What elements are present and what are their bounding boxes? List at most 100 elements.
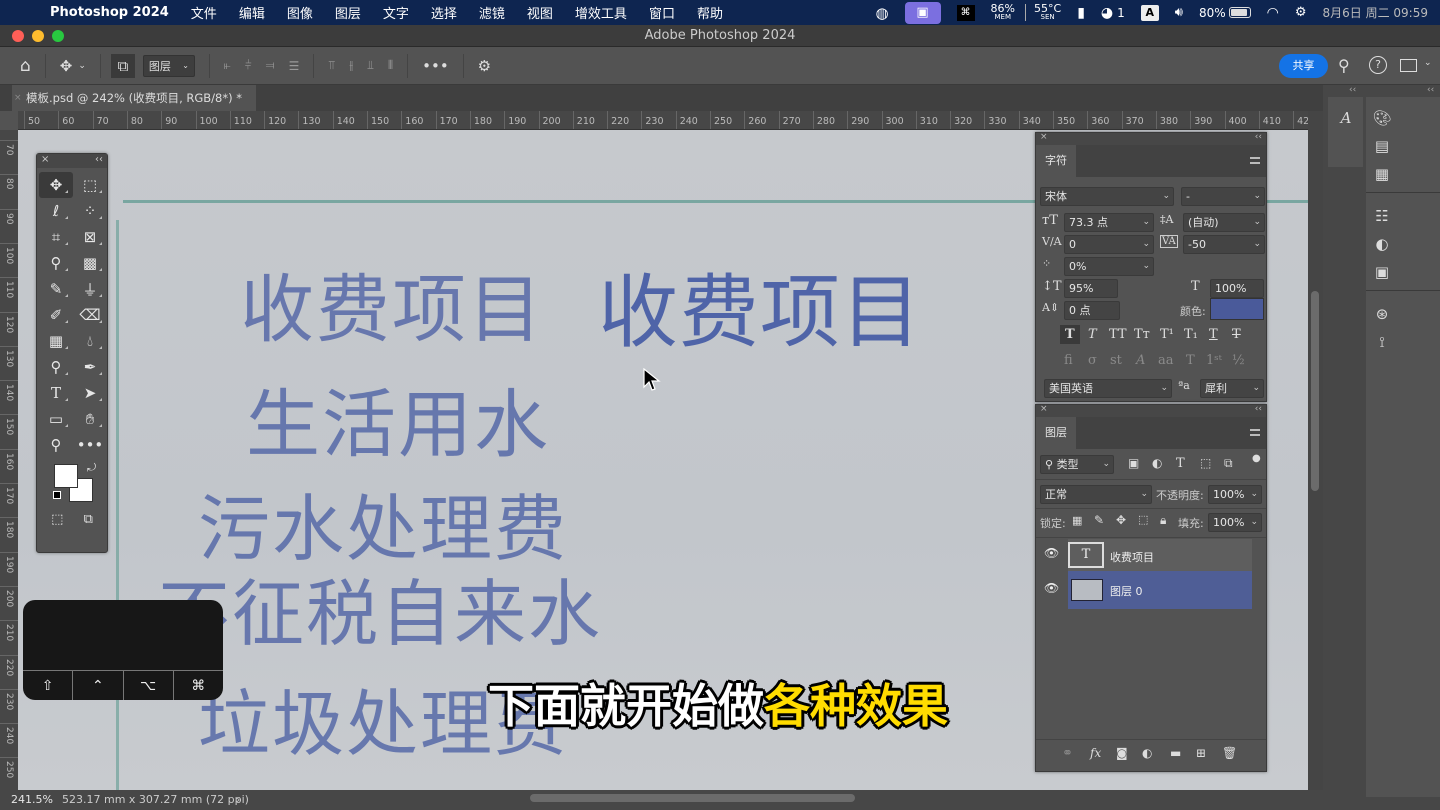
- text-layer-content[interactable]: 收费项目: [598, 248, 922, 364]
- lock-all-icon[interactable]: 🔒︎: [1160, 513, 1166, 528]
- all-caps-icon[interactable]: TT: [1109, 327, 1127, 342]
- wifi-icon[interactable]: ◠: [1267, 5, 1279, 21]
- share-button[interactable]: 共享: [1279, 54, 1328, 78]
- spot-healing-tool-icon[interactable]: ▩: [73, 250, 107, 276]
- channels-panel-icon[interactable]: ⊛: [1370, 305, 1394, 323]
- faux-bold-icon[interactable]: T: [1060, 325, 1080, 344]
- zoom-level[interactable]: 241.5%: [11, 791, 53, 809]
- layer-row[interactable]: T 收费项目: [1068, 539, 1252, 575]
- quick-mask-icon[interactable]: ⬚: [51, 512, 63, 527]
- antialias-dropdown[interactable]: 犀利 ⌄: [1200, 379, 1264, 398]
- gear-icon[interactable]: ⚙: [478, 57, 491, 75]
- rectangle-tool-icon[interactable]: ▭: [39, 406, 73, 432]
- history-brush-tool-icon[interactable]: ✐: [39, 302, 73, 328]
- path-selection-tool-icon[interactable]: ➤: [73, 380, 107, 406]
- new-layer-icon[interactable]: ⊞: [1196, 746, 1206, 760]
- horizontal-ruler[interactable]: 50 60 70 80 90 100 110 120 130 140 150 160 170 180 190…: [18, 111, 1308, 130]
- blur-tool-icon[interactable]: 💧︎: [73, 328, 107, 354]
- align-left-icon[interactable]: ⫦: [224, 58, 231, 73]
- align-horizontal-center-icon[interactable]: ⫩: [245, 58, 252, 73]
- move-tool-icon[interactable]: ✥: [60, 57, 73, 75]
- crop-tool-icon[interactable]: ⌗: [39, 224, 73, 250]
- collapse-dock-icon[interactable]: ‹‹: [1427, 85, 1434, 95]
- eraser-tool-icon[interactable]: ⌫: [73, 302, 107, 328]
- ordinals-icon[interactable]: 1ˢᵗ: [1206, 353, 1222, 368]
- bookmark-app-icon[interactable]: ▮: [1077, 5, 1085, 21]
- chevron-down-icon[interactable]: ⌄: [78, 61, 86, 71]
- search-icon[interactable]: ⚲: [1338, 56, 1350, 75]
- superscript-icon[interactable]: T¹: [1160, 327, 1174, 342]
- collapse-panel-icon[interactable]: ‹‹: [1255, 132, 1262, 142]
- apple-icon[interactable]: [20, 5, 38, 21]
- align-vertical-center-icon[interactable]: ⫲: [349, 58, 353, 73]
- swap-colors-icon[interactable]: ⤾: [87, 461, 96, 475]
- filter-smart-object-icon[interactable]: ⧉: [1224, 456, 1233, 471]
- pen-tool-icon[interactable]: ✒: [73, 354, 107, 380]
- collapse-panel-icon[interactable]: ‹‹: [95, 154, 103, 165]
- leading-field[interactable]: (自动) ⌄: [1183, 213, 1265, 232]
- menu-window[interactable]: 窗口: [649, 3, 675, 22]
- layer-style-fx-icon[interactable]: fx: [1090, 746, 1101, 760]
- lock-artboard-icon[interactable]: ⬚: [1138, 513, 1148, 526]
- menu-help[interactable]: 帮助: [697, 3, 723, 22]
- close-tab-icon[interactable]: ×: [14, 85, 22, 111]
- dodge-tool-icon[interactable]: ⚲: [39, 354, 73, 380]
- new-group-icon[interactable]: ▬: [1170, 746, 1181, 760]
- language-dropdown[interactable]: 美国英语 ⌄: [1044, 379, 1172, 398]
- align-bottom-icon[interactable]: ⫫: [367, 58, 374, 73]
- vertical-scrollbar[interactable]: [1308, 111, 1323, 790]
- new-adjustment-layer-icon[interactable]: ◐: [1142, 746, 1152, 760]
- link-layers-icon[interactable]: ⚭: [1062, 746, 1073, 761]
- lasso-tool-icon[interactable]: ℓ: [39, 198, 73, 224]
- close-panel-icon[interactable]: ×: [1040, 132, 1048, 142]
- underline-icon[interactable]: T: [1209, 327, 1218, 342]
- font-size-field[interactable]: 73.3 点 ⌄: [1064, 213, 1154, 232]
- close-panel-icon[interactable]: ×: [41, 154, 49, 165]
- more-options-icon[interactable]: •••: [422, 57, 449, 75]
- document-tab[interactable]: × 模板.psd @ 242% (收费项目, RGB/8*) *: [12, 85, 256, 111]
- add-mask-icon[interactable]: ◙: [1116, 746, 1128, 760]
- fractions-icon[interactable]: ½: [1232, 353, 1245, 368]
- clock[interactable]: 8月6日 周二 09:59: [1323, 4, 1428, 21]
- sensor-stat[interactable]: 55°C SEN: [1025, 3, 1061, 21]
- horizontal-scale-field[interactable]: 100%: [1210, 279, 1264, 298]
- minimize-window-button[interactable]: [32, 30, 44, 42]
- adjustments-panel-icon[interactable]: ◐: [1370, 235, 1394, 253]
- move-tool-icon[interactable]: ✥: [39, 172, 73, 198]
- filter-adjustment-icon[interactable]: ◐: [1152, 456, 1162, 470]
- small-caps-icon[interactable]: Tᴛ: [1134, 327, 1150, 342]
- color-panel-icon[interactable]: 🎨︎: [1370, 109, 1394, 127]
- edit-toolbar-icon[interactable]: •••: [73, 432, 107, 458]
- delete-layer-icon[interactable]: 🗑︎: [1222, 746, 1237, 760]
- filter-toggle-icon[interactable]: ●: [1252, 453, 1261, 464]
- libraries-panel-icon[interactable]: ▣: [1370, 263, 1394, 281]
- align-right-icon[interactable]: ⫤: [266, 58, 275, 73]
- font-style-dropdown[interactable]: - ⌄: [1181, 187, 1265, 206]
- zoom-tool-icon[interactable]: ⚲: [39, 432, 73, 458]
- panel-menu-icon[interactable]: [1250, 157, 1260, 164]
- quick-selection-tool-icon[interactable]: ⁘: [73, 198, 107, 224]
- close-panel-icon[interactable]: ×: [1040, 404, 1048, 414]
- chevron-right-icon[interactable]: ›: [236, 791, 240, 809]
- type-tool-icon[interactable]: T: [39, 380, 73, 406]
- horizontal-scrollbar-thumb[interactable]: [530, 794, 855, 802]
- distribute-vertical-icon[interactable]: ☰: [289, 59, 300, 73]
- lock-image-icon[interactable]: ✎: [1094, 513, 1104, 527]
- screen-mode-icon[interactable]: ⧉: [84, 512, 93, 527]
- battery-icon[interactable]: [1228, 7, 1251, 18]
- scrollbar-thumb[interactable]: [1311, 291, 1319, 491]
- tsume-field[interactable]: 0% ⌄: [1064, 257, 1154, 276]
- menu-type[interactable]: 文字: [383, 3, 409, 22]
- align-top-icon[interactable]: ⫪: [328, 58, 335, 73]
- opacity-field[interactable]: 100% ⌄: [1208, 485, 1262, 504]
- menu-layer[interactable]: 图层: [335, 3, 361, 22]
- foreground-color-swatch[interactable]: [54, 464, 78, 488]
- wechat-icon[interactable]: ◕: [1101, 5, 1113, 21]
- faux-italic-icon[interactable]: T: [1088, 327, 1097, 342]
- tracking-field[interactable]: -50 ⌄: [1183, 235, 1265, 254]
- fill-field[interactable]: 100% ⌄: [1208, 513, 1262, 532]
- frame-tool-icon[interactable]: ⊠: [73, 224, 107, 250]
- control-center-icon[interactable]: ⚙: [1295, 5, 1307, 20]
- filter-type-icon[interactable]: T: [1176, 456, 1185, 471]
- properties-panel-icon[interactable]: ☷: [1370, 207, 1394, 225]
